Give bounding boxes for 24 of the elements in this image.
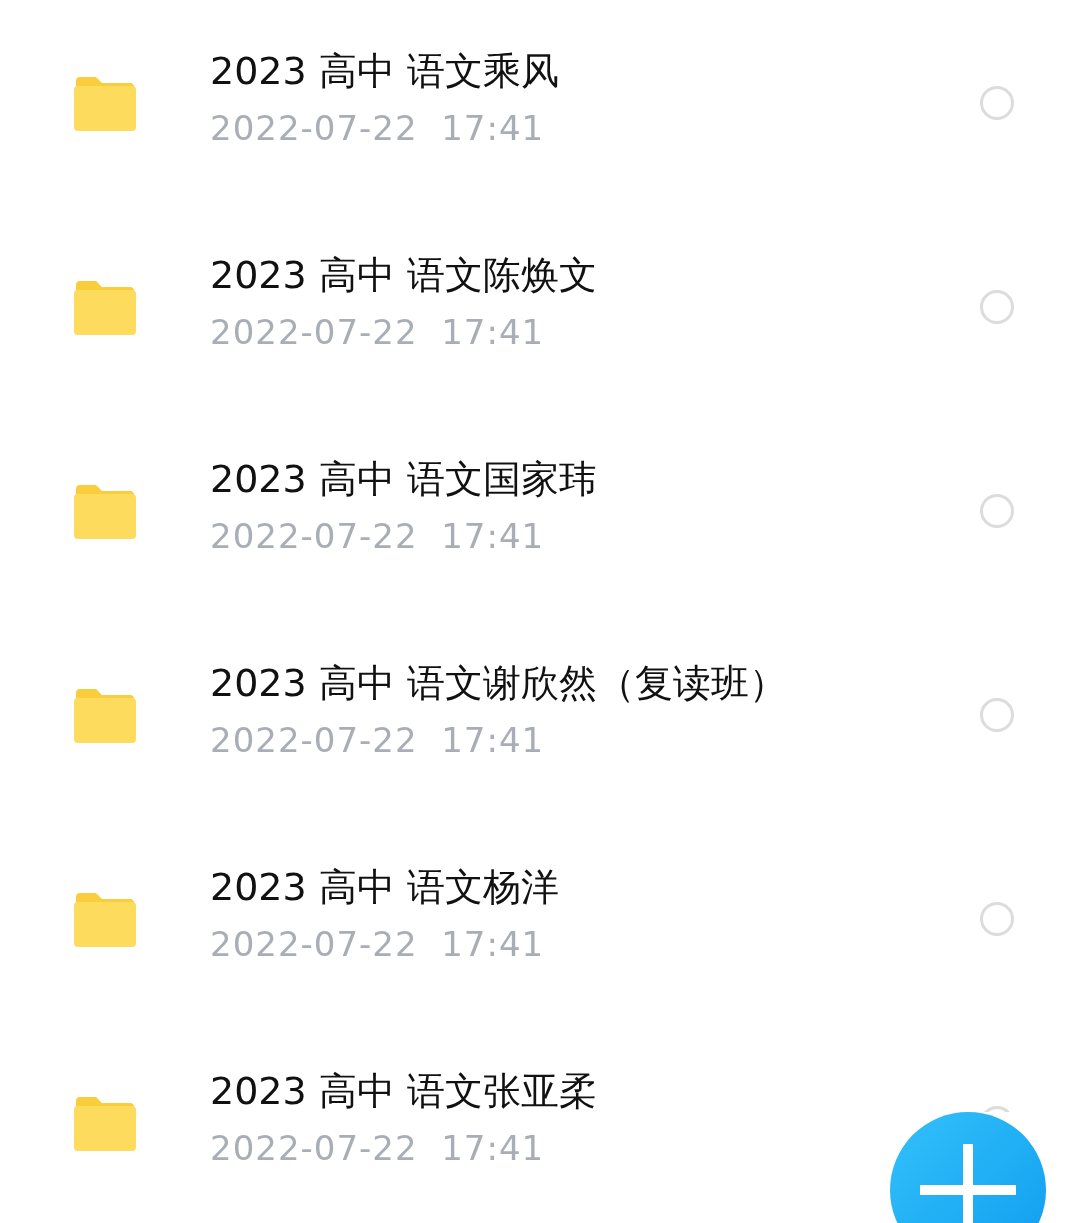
- add-button[interactable]: [890, 1112, 1046, 1223]
- select-radio[interactable]: [980, 902, 1014, 936]
- modified-date: 2022-07-22 17:41: [210, 516, 546, 558]
- select-radio[interactable]: [980, 290, 1014, 324]
- select-radio[interactable]: [980, 494, 1014, 528]
- folder-icon: [72, 687, 136, 743]
- modified-date: 2022-07-22 17:41: [210, 720, 546, 762]
- folder-name: 2023 高中 语文国家玮: [210, 456, 598, 503]
- folder-name: 2023 高中 语文陈焕文: [210, 252, 598, 299]
- folder-icon: [72, 1095, 136, 1151]
- modified-date: 2022-07-22 17:41: [210, 1128, 546, 1170]
- folder-icon: [72, 279, 136, 335]
- folder-icon: [72, 75, 136, 131]
- folder-name: 2023 高中 语文张亚柔: [210, 1068, 598, 1115]
- modified-date: 2022-07-22 17:41: [210, 108, 546, 150]
- select-radio[interactable]: [980, 698, 1014, 732]
- modified-date: 2022-07-22 17:41: [210, 924, 546, 966]
- select-radio[interactable]: [980, 86, 1014, 120]
- folder-name: 2023 高中 语文乘风: [210, 48, 560, 95]
- folder-name: 2023 高中 语文杨洋: [210, 864, 560, 911]
- folder-icon: [72, 483, 136, 539]
- modified-date: 2022-07-22 17:41: [210, 312, 546, 354]
- folder-icon: [72, 891, 136, 947]
- folder-name: 2023 高中 语文谢欣然（复读班）: [210, 660, 788, 707]
